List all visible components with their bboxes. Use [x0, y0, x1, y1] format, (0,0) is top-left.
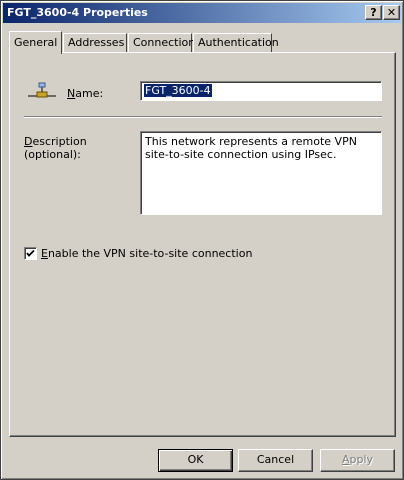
title-bar[interactable]: FGT_3600-4 Properties ? ✕	[3, 3, 401, 23]
close-icon: ✕	[386, 6, 397, 19]
properties-dialog: FGT_3600-4 Properties ? ✕ General Addres…	[0, 0, 404, 480]
description-label: Description (optional):	[24, 135, 87, 161]
name-input[interactable]: FGT_3600-4	[140, 81, 382, 101]
apply-button[interactable]: Apply	[320, 449, 395, 472]
cancel-button[interactable]: Cancel	[238, 449, 313, 472]
tab-addresses[interactable]: Addresses	[63, 33, 127, 53]
tab-general[interactable]: General	[9, 31, 62, 54]
close-button[interactable]: ✕	[383, 5, 400, 20]
window-title: FGT_3600-4 Properties	[7, 6, 148, 19]
general-panel: Name: FGT_3600-4 Description (optional):…	[9, 52, 396, 437]
help-icon: ?	[370, 6, 377, 19]
tab-authentication[interactable]: Authentication	[193, 33, 279, 53]
enable-vpn-label[interactable]: Enable the VPN site-to-site connection	[41, 247, 252, 260]
separator	[24, 116, 382, 118]
ok-button[interactable]: OK	[158, 449, 233, 472]
description-value: This network represents a remote VPN sit…	[145, 135, 357, 161]
name-value: FGT_3600-4	[144, 84, 212, 97]
tab-connection[interactable]: Connection	[128, 33, 195, 53]
check-icon	[26, 249, 35, 257]
network-icon	[28, 82, 56, 98]
name-label: Name:	[67, 87, 104, 100]
description-textarea[interactable]: This network represents a remote VPN sit…	[140, 131, 382, 215]
enable-vpn-checkbox[interactable]	[24, 247, 37, 260]
help-button[interactable]: ?	[365, 5, 382, 20]
